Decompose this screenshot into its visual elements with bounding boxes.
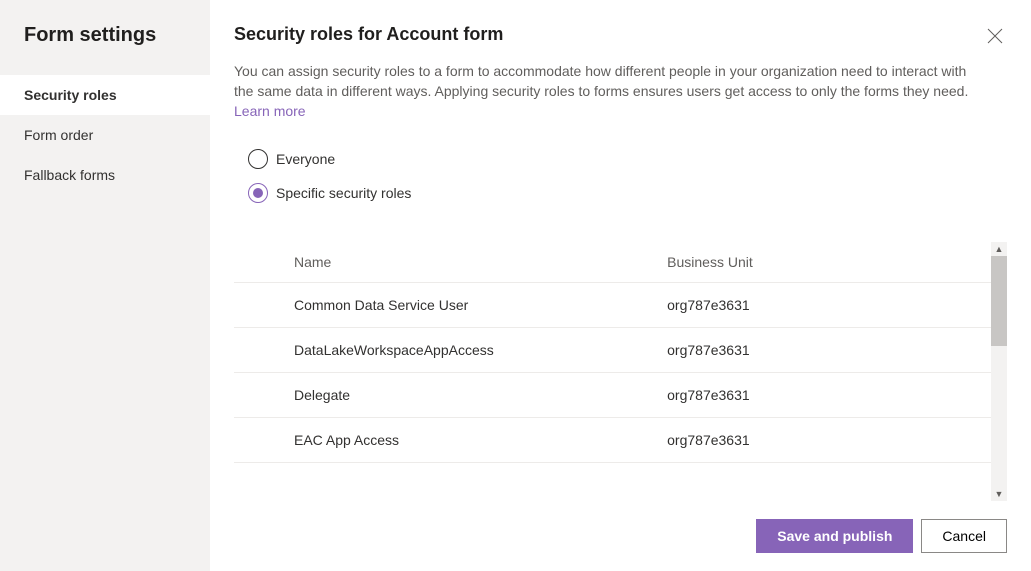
- header-business-unit[interactable]: Business Unit: [659, 242, 1007, 283]
- sidebar-title: Form settings: [0, 24, 210, 75]
- scroll-up-icon[interactable]: ▲: [991, 242, 1007, 256]
- save-and-publish-button[interactable]: Save and publish: [756, 519, 913, 553]
- sidebar-item-form-order[interactable]: Form order: [0, 115, 210, 155]
- description-body: You can assign security roles to a form …: [234, 63, 968, 99]
- radio-specific-security-roles[interactable]: Specific security roles: [248, 183, 1007, 203]
- scrollbar-track[interactable]: ▲ ▼: [991, 242, 1007, 501]
- table-row[interactable]: Common Data Service User org787e3631: [234, 283, 1007, 328]
- radio-dot-icon: [253, 188, 263, 198]
- close-icon: [987, 28, 1003, 44]
- radio-label: Specific security roles: [276, 185, 411, 201]
- header-name[interactable]: Name: [234, 242, 659, 283]
- radio-circle-icon: [248, 183, 268, 203]
- footer: Save and publish Cancel: [234, 501, 1007, 571]
- radio-circle-icon: [248, 149, 268, 169]
- close-button[interactable]: [983, 24, 1007, 48]
- cancel-button[interactable]: Cancel: [921, 519, 1007, 553]
- sidebar-item-fallback-forms[interactable]: Fallback forms: [0, 155, 210, 195]
- table-row[interactable]: Delegate org787e3631: [234, 373, 1007, 418]
- sidebar-item-label: Fallback forms: [24, 167, 115, 183]
- scrollbar-thumb[interactable]: [991, 256, 1007, 346]
- sidebar-item-security-roles[interactable]: Security roles: [0, 75, 210, 115]
- cell-unit: org787e3631: [659, 283, 1007, 328]
- cell-unit: org787e3631: [659, 418, 1007, 463]
- cell-unit: org787e3631: [659, 373, 1007, 418]
- scroll-down-icon[interactable]: ▼: [991, 487, 1007, 501]
- cell-name: Common Data Service User: [234, 283, 659, 328]
- table-row[interactable]: DataLakeWorkspaceAppAccess org787e3631: [234, 328, 1007, 373]
- cell-name: Delegate: [234, 373, 659, 418]
- roles-table-container: ▲ ▼ Name Business Unit Common Data Servi…: [234, 241, 1007, 501]
- cell-name: EAC App Access: [234, 418, 659, 463]
- radio-label: Everyone: [276, 151, 335, 167]
- main-header: Security roles for Account form: [234, 24, 1007, 61]
- table-scroll[interactable]: Name Business Unit Common Data Service U…: [234, 242, 1007, 487]
- learn-more-link[interactable]: Learn more: [234, 103, 306, 119]
- roles-table: Name Business Unit Common Data Service U…: [234, 242, 1007, 463]
- sidebar: Form settings Security roles Form order …: [0, 0, 210, 571]
- description-text: You can assign security roles to a form …: [234, 61, 1007, 121]
- sidebar-item-label: Security roles: [24, 87, 117, 103]
- table-row[interactable]: EAC App Access org787e3631: [234, 418, 1007, 463]
- cell-name: DataLakeWorkspaceAppAccess: [234, 328, 659, 373]
- radio-everyone[interactable]: Everyone: [248, 149, 1007, 169]
- main-panel: Security roles for Account form You can …: [210, 0, 1031, 571]
- radio-group: Everyone Specific security roles: [234, 149, 1007, 217]
- page-title: Security roles for Account form: [234, 24, 503, 45]
- sidebar-item-label: Form order: [24, 127, 93, 143]
- cell-unit: org787e3631: [659, 328, 1007, 373]
